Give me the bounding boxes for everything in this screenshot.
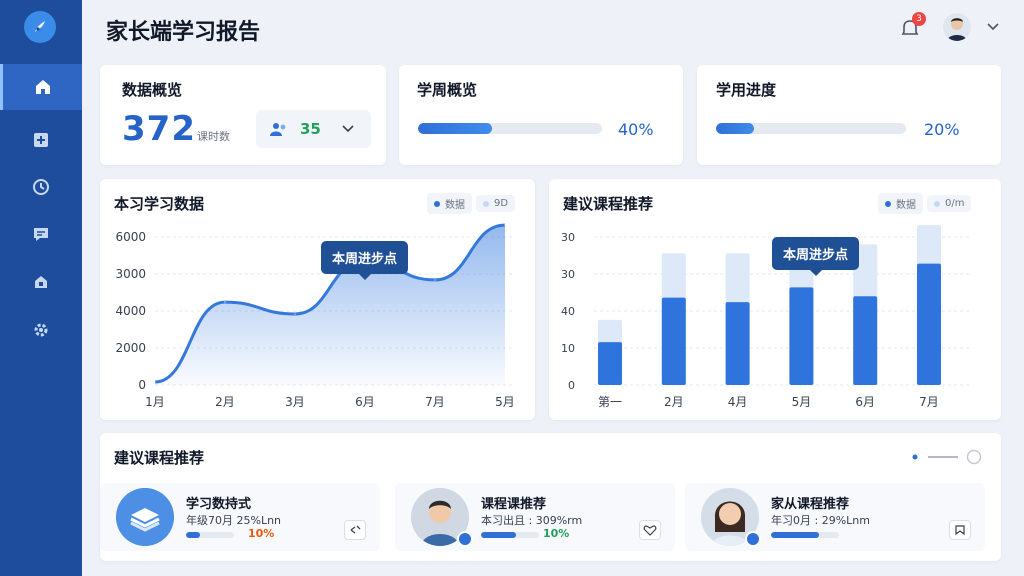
message-icon [34, 228, 48, 241]
users-count: 35 [300, 120, 321, 138]
gear-icon [34, 323, 48, 337]
lock-icon [35, 276, 47, 288]
recommend-item-progress [186, 532, 234, 538]
week-overview-title: 学周概览 [417, 81, 478, 99]
bar [661, 297, 686, 385]
y-tick-label: 10 [561, 342, 575, 355]
week-progress-percent: 40% [618, 120, 654, 139]
x-tick-label: 7月 [919, 395, 939, 409]
users-icon [270, 123, 286, 136]
heart-icon [643, 525, 657, 536]
report-icon [34, 133, 48, 147]
recommend-item-title: 家从课程推荐 [771, 497, 850, 512]
recommend-item[interactable]: 学习数持式 年级70月 25%Lnn 10% [100, 483, 380, 551]
x-tick-label: 3月 [285, 395, 305, 409]
y-tick-label: 30 [561, 231, 575, 244]
y-tick-label: 30 [561, 268, 575, 281]
share-button[interactable] [949, 520, 971, 540]
x-tick-label: 5月 [495, 395, 515, 409]
y-tick-label: 4000 [115, 304, 146, 318]
week-overview-card: 学周概览 40% [399, 65, 683, 165]
page-title: 家长端学习报告 [106, 20, 261, 45]
x-tick-label: 7月 [425, 395, 445, 409]
bar-chart-card: 建议课程推荐 数据 0/m 30 30 40 10 0 第一 2月 4月 5月 6月 7月 本周进步… [549, 179, 1001, 420]
study-progress-bar [716, 123, 906, 134]
bar [725, 302, 750, 385]
sidebar-item-settings[interactable] [0, 307, 82, 353]
chevron-down-icon[interactable] [986, 20, 1000, 34]
user-avatar[interactable] [943, 13, 971, 41]
x-tick-label: 1月 [145, 395, 165, 409]
overview-title: 数据概览 [122, 81, 183, 99]
y-tick-label: 2000 [115, 341, 146, 355]
bar-chart-tooltip: 本周进步点 [772, 237, 860, 276]
recommend-item-title: 课程课推荐 [481, 497, 547, 512]
study-progress-percent: 20% [924, 120, 960, 139]
recommend-item[interactable]: 课程课推荐 本习出且 : 309%rm 10% [395, 483, 675, 551]
chevron-down-icon [342, 125, 354, 133]
verified-icon [457, 531, 473, 547]
line-chart-card: 本习学习数据 数据 9D 6000 3000 4000 2000 0 1月 2月 3月 6月 7月… [100, 179, 535, 420]
bar [917, 263, 941, 385]
recommend-item-progress [481, 532, 539, 538]
sidebar-item-home[interactable] [0, 64, 82, 110]
bar [789, 287, 814, 385]
x-tick-label: 2月 [215, 395, 235, 409]
lessons-count: 372 [122, 109, 196, 149]
sidebar-item-messages[interactable] [0, 211, 82, 257]
book-icon [116, 488, 174, 546]
home-icon [35, 80, 50, 94]
app-logo-icon[interactable] [24, 11, 56, 43]
bar-chart: 30 30 40 10 0 第一 2月 4月 5月 6月 7月 [561, 225, 969, 409]
sidebar-item-report[interactable] [0, 117, 82, 163]
recommend-item[interactable]: 家从课程推荐 年习0月 : 29%Lnm [685, 483, 985, 551]
x-tick-label: 2月 [664, 395, 684, 409]
bar [598, 342, 622, 385]
notification-badge: 3 [912, 12, 926, 26]
sidebar [0, 0, 82, 576]
share-button[interactable] [344, 520, 366, 540]
study-progress-title: 学用进度 [716, 81, 777, 99]
x-tick-label: 第一 [598, 395, 622, 409]
recommend-item-progress [771, 532, 839, 538]
week-progress-fill [418, 123, 492, 134]
users-selector[interactable]: 35 [256, 110, 371, 148]
recommend-item-percent: 10% [248, 527, 275, 540]
x-tick-label: 6月 [855, 395, 875, 409]
y-tick-label: 40 [561, 305, 575, 318]
y-tick-label: 3000 [115, 267, 146, 281]
recommend-item-title: 学习数持式 [186, 497, 252, 512]
study-progress-card: 学用进度 20% [697, 65, 1001, 165]
recommend-item-meta: 年级70月 25%Lnn [186, 514, 282, 527]
recommend-item-meta: 年习0月 : 29%Lnm [771, 514, 870, 527]
share-button[interactable] [639, 520, 661, 540]
x-tick-label: 4月 [728, 395, 748, 409]
overview-card: 数据概览 372 课时数 35 [100, 65, 386, 165]
share-icon [350, 525, 361, 534]
recommend-item-percent: 10% [543, 527, 570, 540]
sidebar-item-time[interactable] [0, 164, 82, 210]
recommend-item-meta: 本习出且 : 309%rm [481, 514, 583, 527]
bar [853, 296, 878, 385]
study-progress-fill [716, 123, 754, 134]
recommend-card: 建议课程推荐 学习数持式 年级70月 25%Lnn 10% 课程课推荐 本习出且… [100, 433, 1001, 561]
recommend-toggle[interactable] [910, 449, 990, 465]
recommend-title: 建议课程推荐 [114, 449, 205, 467]
verified-icon [745, 531, 761, 547]
sidebar-item-security[interactable] [0, 259, 82, 305]
bookmark-icon [955, 525, 965, 536]
line-chart: 6000 3000 4000 2000 0 1月 2月 3月 6月 7月 5月 [115, 223, 515, 409]
lessons-unit: 课时数 [197, 130, 230, 143]
y-tick-label: 0 [568, 379, 575, 392]
x-tick-label: 6月 [355, 395, 375, 409]
week-progress-bar [418, 123, 602, 134]
x-tick-label: 5月 [792, 395, 812, 409]
line-chart-tooltip: 本周进步点 [321, 241, 409, 280]
y-tick-label: 0 [138, 378, 146, 392]
y-tick-label: 6000 [115, 230, 146, 244]
clock-icon [33, 179, 49, 195]
